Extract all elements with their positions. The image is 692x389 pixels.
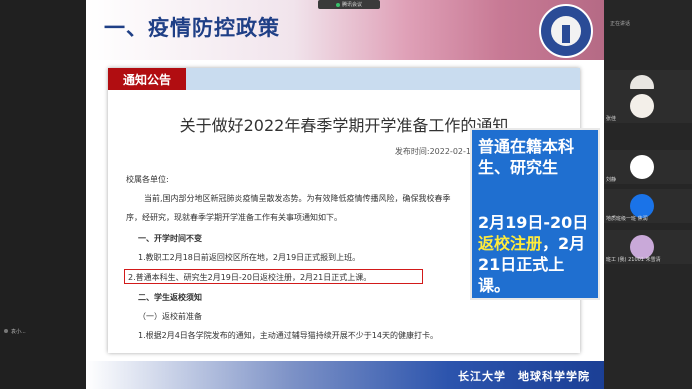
screen-share-indicator[interactable]: 腾讯会议 <box>318 0 380 9</box>
participant-tile[interactable]: 地质班级一班 焦润 <box>604 189 692 223</box>
heading-1: 一、开学时间不变 <box>138 234 202 243</box>
callout-date: 2月19日-20日 <box>478 213 589 232</box>
heading-2: 二、学生返校须知 <box>138 293 202 302</box>
participant-tile[interactable]: 张佳 <box>604 89 692 123</box>
mic-icon <box>4 329 8 333</box>
greeting: 校属各单位: <box>126 175 169 184</box>
participant-name: 刘静 <box>606 177 617 183</box>
participant-name: 地质班级一班 焦润 <box>606 216 648 222</box>
footer-text: 长江大学 地球科学学院 <box>458 370 590 383</box>
participant-tile[interactable]: 刘静 <box>604 150 692 184</box>
sub-heading-1: （一）返校前准备 <box>138 312 202 321</box>
body-line-2: 序，经研究，现就春季学期开学准备工作有关事项通知如下。 <box>126 213 342 222</box>
item-1: 1.教职工2月18日前返回校区所在地，2月19日正式报到上班。 <box>138 253 361 262</box>
shared-slide: 一、疫情防控政策 腾讯会议 通知公告 关于做好2022年春季学期开学准备工作的通… <box>86 0 604 389</box>
participant-name: 班工 (我) 21001 朱雪清 <box>606 257 661 263</box>
callout-line-1: 普通在籍本科生、研究生 <box>478 137 575 177</box>
participant-avatar <box>630 155 654 179</box>
callout-highlight: 返校注册 <box>478 234 543 253</box>
callout-line-2: 2月19日-20日返校注册，2月21日正式上课。 <box>478 212 596 296</box>
participant-name: 张佳 <box>606 116 617 122</box>
slide-title: 一、疫情防控政策 <box>104 16 280 40</box>
participant-tile[interactable]: 班工 (我) 21001 朱雪清 <box>604 230 692 264</box>
sharing-status-icon <box>335 2 340 7</box>
share-tip-label: 腾讯会议 <box>341 2 362 8</box>
university-logo-icon <box>539 4 593 58</box>
body-line-1: 当前,国内部分地区新冠肺炎疫情呈散发态势。为有效降低疫情传播风险，确保我校春季 <box>144 194 451 203</box>
participant-avatar <box>630 94 654 118</box>
highlight-box <box>124 269 423 284</box>
panel-title: 正在讲话 <box>610 21 631 27</box>
callout-box: 普通在籍本科生、研究生 2月19日-20日返校注册，2月21日正式上课。 <box>470 128 600 300</box>
notice-section-label: 通知公告 <box>108 68 186 90</box>
self-user-chip[interactable]: 袁小... <box>4 325 84 337</box>
item-3: 1.根据2月4日各学院发布的通知，主动通过辅导猫持续开展不少于14天的健康打卡。 <box>138 331 438 340</box>
self-user-label: 袁小... <box>11 328 26 335</box>
